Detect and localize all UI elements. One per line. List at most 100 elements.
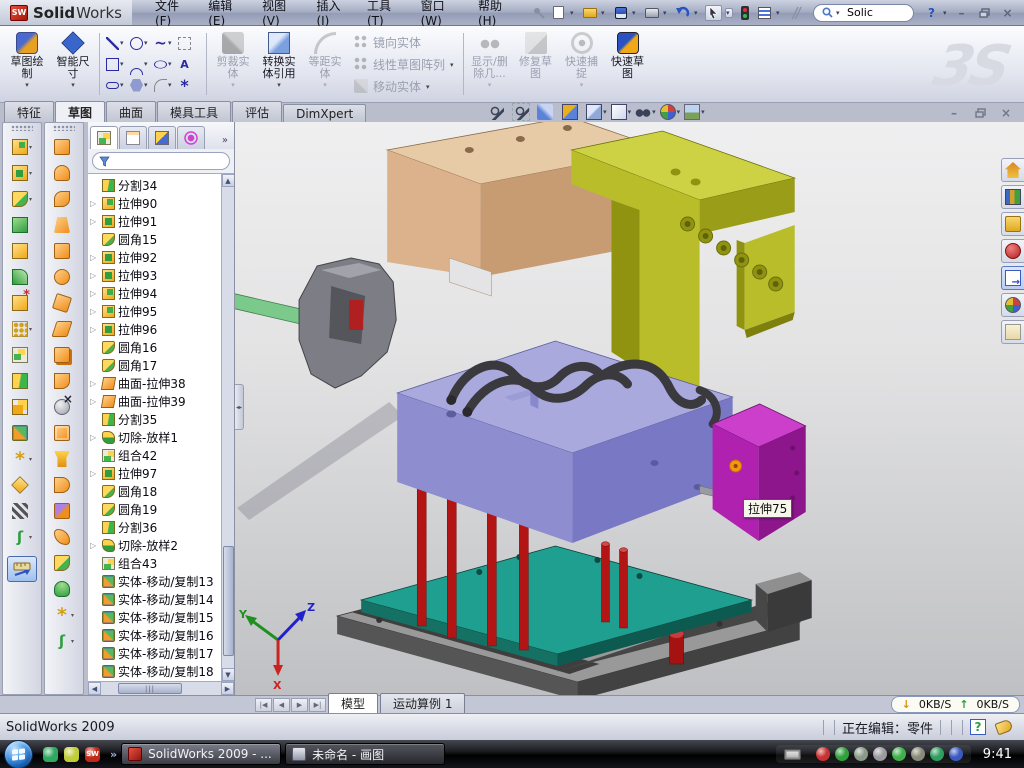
tab-dimxpert-manager[interactable] — [177, 126, 205, 149]
combine-icon[interactable]: ▾ — [3, 342, 41, 368]
part-bracket-yellow[interactable] — [571, 131, 794, 394]
toolbar-grip[interactable] — [53, 125, 75, 131]
feature-tree-item[interactable]: ▷ 拉伸97 — [90, 464, 234, 482]
polygon-icon[interactable]: ▾ — [130, 75, 152, 96]
feature-tree-item[interactable]: ▷ 实体-移动/复制17 — [90, 644, 234, 662]
feature-tree-item[interactable]: ▷ 圆角18 — [90, 482, 234, 500]
feature-tree-item[interactable]: ▷ 实体-移动/复制14 — [90, 590, 234, 608]
feature-tree-item[interactable]: ▷ 实体-移动/复制15 — [90, 608, 234, 626]
quick-solidworks-icon[interactable]: SW — [85, 747, 100, 762]
appearances-icon[interactable] — [1001, 293, 1024, 317]
expand-arrow-icon[interactable]: ▷ — [90, 271, 99, 280]
scrollbar-thumb[interactable] — [223, 546, 234, 656]
command-button[interactable]: 转换实 体引用 ▾ — [256, 29, 302, 99]
expand-arrow-icon[interactable]: ▷ — [90, 379, 99, 388]
command-button[interactable]: 快速捕 捉 ▾ — [559, 29, 605, 99]
options-button[interactable] — [756, 5, 773, 21]
rebuild-icon[interactable] — [736, 5, 753, 21]
command-button[interactable]: 镜向实体 ▾ — [350, 32, 458, 52]
feature-tree-item[interactable]: ▷ 曲面-拉伸39 — [90, 392, 234, 410]
tab-nav-button[interactable]: |◀ — [255, 698, 272, 712]
measure-button[interactable] — [7, 556, 37, 582]
tree-vertical-scrollbar[interactable]: ▲ ▼ — [221, 174, 234, 681]
expand-arrow-icon[interactable]: ▷ — [90, 199, 99, 208]
curve-icon[interactable]: ▾ — [3, 524, 41, 550]
knit-surface-icon[interactable]: ▾ — [45, 524, 83, 550]
command-button[interactable]: 等距实 体 ▾ — [302, 29, 348, 99]
ribbon-tab[interactable]: DimXpert — [283, 104, 366, 122]
select-dropdown[interactable]: ▾ — [725, 8, 733, 18]
feature-tree-item[interactable]: ▷ 圆角15 — [90, 230, 234, 248]
pin-icon[interactable] — [530, 5, 547, 21]
tag-icon[interactable] — [994, 719, 1013, 736]
keyboard-layout-icon[interactable] — [784, 749, 801, 760]
expand-arrow-icon[interactable]: ▷ — [90, 253, 99, 262]
thicken-icon[interactable]: ▾ — [45, 576, 83, 602]
shell-icon[interactable]: ▾ — [3, 238, 41, 264]
quick-tips-button[interactable]: ? — [970, 719, 986, 735]
command-button[interactable]: 剪裁实 体 ▾ — [210, 29, 256, 99]
feature-tree-item[interactable]: ▷ 组合42 — [90, 446, 234, 464]
feature-tree-item[interactable]: ▷ 拉伸95 — [90, 302, 234, 320]
command-button[interactable]: 修复草 图 ▾ — [513, 29, 559, 99]
split-icon[interactable]: ▾ — [3, 368, 41, 394]
feature-tree-item[interactable]: ▷ 分割35 — [90, 410, 234, 428]
doc-close-button[interactable]: × — [996, 105, 1016, 120]
hole-wizard-icon[interactable]: ▾ — [3, 290, 41, 316]
axis-icon[interactable]: ▾ — [3, 498, 41, 524]
search-icon[interactable] — [1001, 239, 1024, 263]
tab-nav-button[interactable]: ◀ — [273, 698, 290, 712]
extruded-boss-icon[interactable]: ▾ — [3, 134, 41, 160]
feature-tree-item[interactable]: ▷ 拉伸96 — [90, 320, 234, 338]
spline-icon[interactable]: ▾ — [154, 33, 176, 54]
part-block-magenta[interactable] — [713, 404, 806, 541]
search-input[interactable] — [847, 6, 905, 19]
feature-tree-item[interactable]: ▷ 拉伸93 — [90, 266, 234, 284]
expand-arrow-icon[interactable]: ▷ — [90, 469, 99, 478]
feature-tree-item[interactable]: ▷ 分割34 — [90, 176, 234, 194]
tray-shield-green-icon[interactable] — [835, 747, 849, 761]
hide-show-items-icon[interactable]: ▾ — [635, 104, 656, 120]
reference-point-icon[interactable]: ▾ — [3, 446, 41, 472]
help-dropdown[interactable]: ▾ — [943, 9, 951, 17]
zoom-to-fit-icon[interactable]: ▾ — [488, 104, 509, 120]
move-copy-body-icon[interactable]: ▾ — [3, 420, 41, 446]
ellipse-icon[interactable]: ▾ — [154, 54, 176, 75]
linear-pattern-icon[interactable]: ▾ — [3, 316, 41, 342]
toolbar-grip[interactable] — [11, 125, 33, 131]
feature-tree-item[interactable]: ▷ 圆角19 — [90, 500, 234, 518]
tree-filter-box[interactable] — [92, 152, 230, 170]
feature-tree-item[interactable]: ▷ 拉伸92 — [90, 248, 234, 266]
open-dropdown[interactable]: ▾ — [601, 9, 609, 17]
filled-surface-icon[interactable]: ▾ — [45, 264, 83, 290]
section-view-icon[interactable]: ▾ — [562, 104, 583, 120]
reference-geometry-icon[interactable]: ▾ — [45, 602, 83, 628]
undo-dropdown[interactable]: ▾ — [694, 9, 702, 17]
help-button[interactable]: ? — [923, 5, 940, 21]
scroll-up-button[interactable]: ▲ — [222, 174, 235, 187]
panel-splitter[interactable]: ◂▸ — [235, 384, 244, 430]
new-document-button[interactable] — [550, 5, 567, 21]
offset-surface-icon[interactable]: ▾ — [45, 342, 83, 368]
extend-surface-icon[interactable]: ▾ — [45, 472, 83, 498]
draft-icon[interactable]: ▾ — [3, 264, 41, 290]
extruded-surface-icon[interactable]: ▾ — [45, 134, 83, 160]
tray-shield-red-icon[interactable] — [816, 747, 830, 761]
feature-tree-item[interactable]: ▷ 实体-移动/复制16 — [90, 626, 234, 644]
tab-property-manager[interactable] — [119, 126, 147, 149]
feature-tree-item[interactable]: ▷ 实体-移动/复制13 — [90, 572, 234, 590]
trim-surface-icon[interactable]: ▾ — [45, 498, 83, 524]
sketch-fillet-icon[interactable]: ▾ — [154, 75, 176, 96]
rib-icon[interactable]: ▾ — [3, 212, 41, 238]
quick-messenger-icon[interactable] — [43, 747, 58, 762]
circle-icon[interactable]: ▾ — [130, 33, 152, 54]
restore-button[interactable] — [974, 5, 995, 21]
feature-tree-item[interactable]: ▷ 组合43 — [90, 554, 234, 572]
feature-tree-item[interactable]: ▷ 曲面-拉伸38 — [90, 374, 234, 392]
taskbar-clock[interactable]: 9:41 — [975, 747, 1020, 762]
expand-arrow-icon[interactable]: ▷ — [90, 289, 99, 298]
tab-feature-tree[interactable] — [90, 126, 118, 149]
scroll-right-button[interactable]: ▶ — [221, 682, 234, 695]
design-library-icon[interactable] — [1001, 185, 1024, 209]
ruled-surface-icon[interactable]: ▾ — [45, 368, 83, 394]
